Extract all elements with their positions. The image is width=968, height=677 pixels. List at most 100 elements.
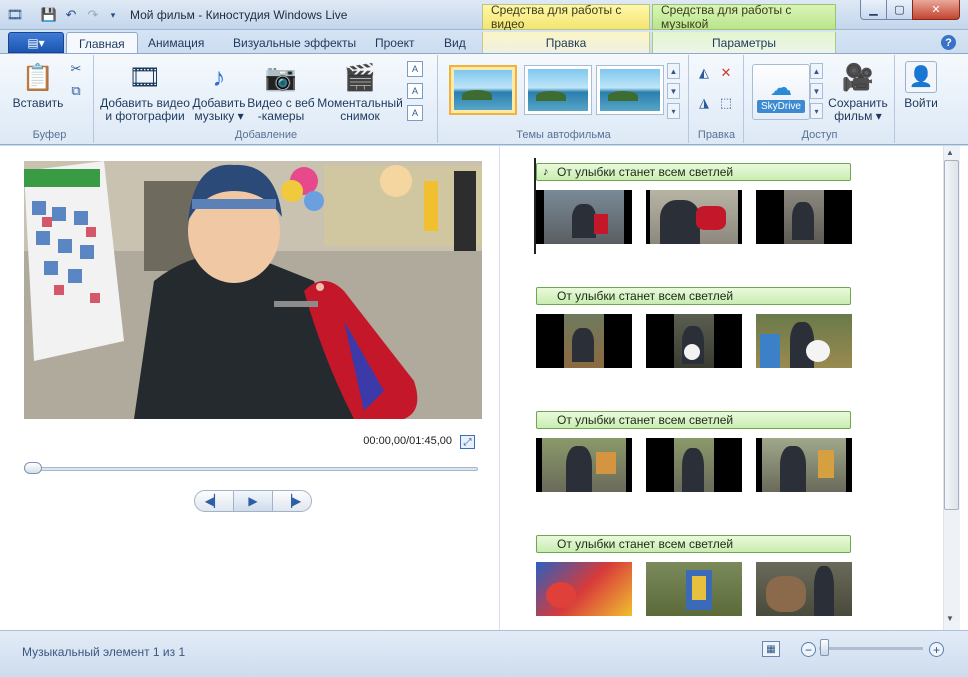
play-icon: ▶	[248, 494, 258, 508]
rotate-right-icon[interactable]: ◮	[696, 95, 712, 111]
help-icon[interactable]: ?	[941, 35, 956, 50]
tab-music-options[interactable]: Параметры	[652, 32, 836, 54]
edit-group-label: Правка	[697, 129, 736, 141]
time-display: 00:00,00/01:45,00	[363, 435, 452, 447]
video-clip-thumbnail[interactable]	[646, 314, 742, 368]
select-all-icon[interactable]: ⬚	[718, 95, 734, 111]
video-tools-header: Средства для работы с видео	[482, 3, 650, 31]
app-icon[interactable]: 🎞	[6, 6, 24, 24]
music-clip[interactable]: ♪ От улыбки станет всем светлей	[536, 163, 851, 181]
copy-icon[interactable]: ⧉	[68, 83, 84, 99]
video-clip-thumbnail[interactable]	[646, 562, 742, 616]
share-down-icon[interactable]: ▼	[810, 83, 823, 99]
gallery-down-icon[interactable]: ▼	[667, 83, 680, 99]
music-clip[interactable]: От улыбки станет всем светлей	[536, 287, 851, 305]
save-movie-button[interactable]: 🎥 Сохранить фильм ▾	[826, 61, 890, 123]
snapshot-button[interactable]: 🎬 Моментальный снимок	[315, 61, 405, 123]
theme-image	[528, 69, 588, 111]
theme-thumbnail[interactable]	[596, 65, 664, 115]
clipboard-group: 📋 Вставить ✂ ⧉ Буфер	[6, 55, 94, 143]
app-menu-button[interactable]: ▤▾	[8, 32, 64, 53]
tab-home[interactable]: Главная	[66, 32, 138, 54]
video-clip-thumbnail[interactable]	[756, 314, 852, 368]
preview-image	[24, 161, 482, 419]
music-clip[interactable]: От улыбки станет всем светлей	[536, 535, 851, 553]
video-clip-thumbnail[interactable]	[536, 438, 632, 492]
credits-text-icon[interactable]: A	[407, 105, 423, 121]
sign-in-button[interactable]: 👤 Войти	[900, 61, 942, 110]
app-menu-icon: ▤▾	[27, 35, 45, 50]
gallery-more-icon[interactable]: ▾	[667, 103, 680, 119]
play-button[interactable]: ▶	[233, 491, 273, 511]
save-icon[interactable]: 💾	[40, 6, 58, 24]
video-clip-thumbnail[interactable]	[756, 438, 852, 492]
remove-icon[interactable]: ✕	[718, 65, 734, 81]
previous-frame-icon: ◀▏	[204, 494, 224, 508]
status-text: Музыкальный элемент 1 из 1	[22, 645, 186, 659]
theme-image	[454, 70, 512, 110]
paste-button[interactable]: 📋 Вставить	[10, 61, 66, 110]
video-clip-thumbnail[interactable]	[536, 562, 632, 616]
zoom-slider[interactable]	[819, 647, 923, 650]
scroll-up-icon[interactable]: ▲	[946, 148, 954, 157]
close-button[interactable]: ✕	[912, 0, 960, 20]
zoom-handle[interactable]	[820, 639, 829, 656]
save-movie-icon: 🎥	[841, 61, 875, 92]
add-group-label: Добавление	[234, 129, 298, 141]
tab-animation[interactable]: Анимация	[136, 32, 216, 54]
add-music-button[interactable]: ♪ Добавить музыку ▾	[191, 61, 247, 123]
zoom-in-icon[interactable]: +	[929, 642, 944, 657]
title-text-icon[interactable]: A	[407, 61, 423, 77]
paste-icon: 📋	[21, 61, 55, 92]
skydrive-button[interactable]: ☁ SkyDrive	[752, 64, 810, 120]
tab-view[interactable]: Вид	[432, 32, 478, 54]
themes-group-label: Темы автофильма	[516, 129, 611, 141]
snapshot-icon: 🎬	[343, 61, 377, 92]
tab-video-edit[interactable]: Правка	[482, 32, 650, 54]
rotate-left-icon[interactable]: ◭	[696, 65, 712, 81]
film-photo-icon: 🎞	[128, 61, 162, 92]
seek-bar[interactable]	[24, 467, 478, 471]
cut-icon[interactable]: ✂	[68, 61, 84, 77]
zoom-out-icon[interactable]: −	[801, 642, 816, 657]
add-group: 🎞 Добавить видео и фотографии ♪ Добавить…	[95, 55, 438, 143]
playback-controls: ◀▏ ▶ ▕▶	[194, 490, 312, 512]
fullscreen-icon[interactable]: ⤢	[460, 435, 475, 449]
next-frame-button[interactable]: ▕▶	[273, 491, 311, 511]
window-title: Мой фильм - Киностудия Windows Live	[130, 8, 348, 22]
seek-handle[interactable]	[24, 462, 42, 474]
gallery-up-icon[interactable]: ▲	[667, 63, 680, 79]
scroll-down-icon[interactable]: ▼	[946, 614, 954, 623]
webcam-icon: 📷	[264, 61, 298, 92]
previous-frame-button[interactable]: ◀▏	[195, 491, 233, 511]
video-clip-thumbnail[interactable]	[756, 190, 852, 244]
minimize-button[interactable]: ▁	[860, 0, 887, 20]
video-clip-thumbnail[interactable]	[536, 314, 632, 368]
next-frame-icon: ▕▶	[282, 494, 302, 508]
video-clip-thumbnail[interactable]	[646, 190, 742, 244]
music-clip[interactable]: От улыбки станет всем светлей	[536, 411, 851, 429]
maximize-button[interactable]: ▢	[886, 0, 913, 20]
qat-dropdown-icon[interactable]: ▾	[104, 6, 122, 24]
theme-thumbnail[interactable]	[449, 65, 517, 115]
theme-thumbnail[interactable]	[524, 65, 592, 115]
redo-icon[interactable]: ↷	[84, 6, 102, 24]
video-preview[interactable]	[24, 161, 482, 419]
thumbnail-size-icon[interactable]: ▦	[762, 641, 780, 657]
tab-visual-effects[interactable]: Визуальные эффекты	[221, 32, 368, 54]
music-tools-header: Средства для работы с музыкой	[652, 3, 836, 31]
webcam-video-button[interactable]: 📷 Видео с веб -камеры	[247, 61, 315, 123]
video-clip-thumbnail[interactable]	[536, 190, 632, 244]
share-up-icon[interactable]: ▲	[810, 63, 823, 79]
tab-project[interactable]: Проект	[363, 32, 427, 54]
share-more-icon[interactable]: ▾	[810, 103, 823, 119]
share-group-label: Доступ	[801, 129, 838, 141]
video-clip-thumbnail[interactable]	[646, 438, 742, 492]
video-clip-thumbnail[interactable]	[756, 562, 852, 616]
scrollbar-thumb[interactable]	[944, 160, 959, 510]
undo-icon[interactable]: ↶	[62, 6, 80, 24]
clipboard-group-label: Буфер	[32, 129, 67, 141]
music-note-icon: ♪	[212, 61, 226, 92]
add-video-button[interactable]: 🎞 Добавить видео и фотографии	[99, 61, 191, 123]
caption-text-icon[interactable]: A	[407, 83, 423, 99]
